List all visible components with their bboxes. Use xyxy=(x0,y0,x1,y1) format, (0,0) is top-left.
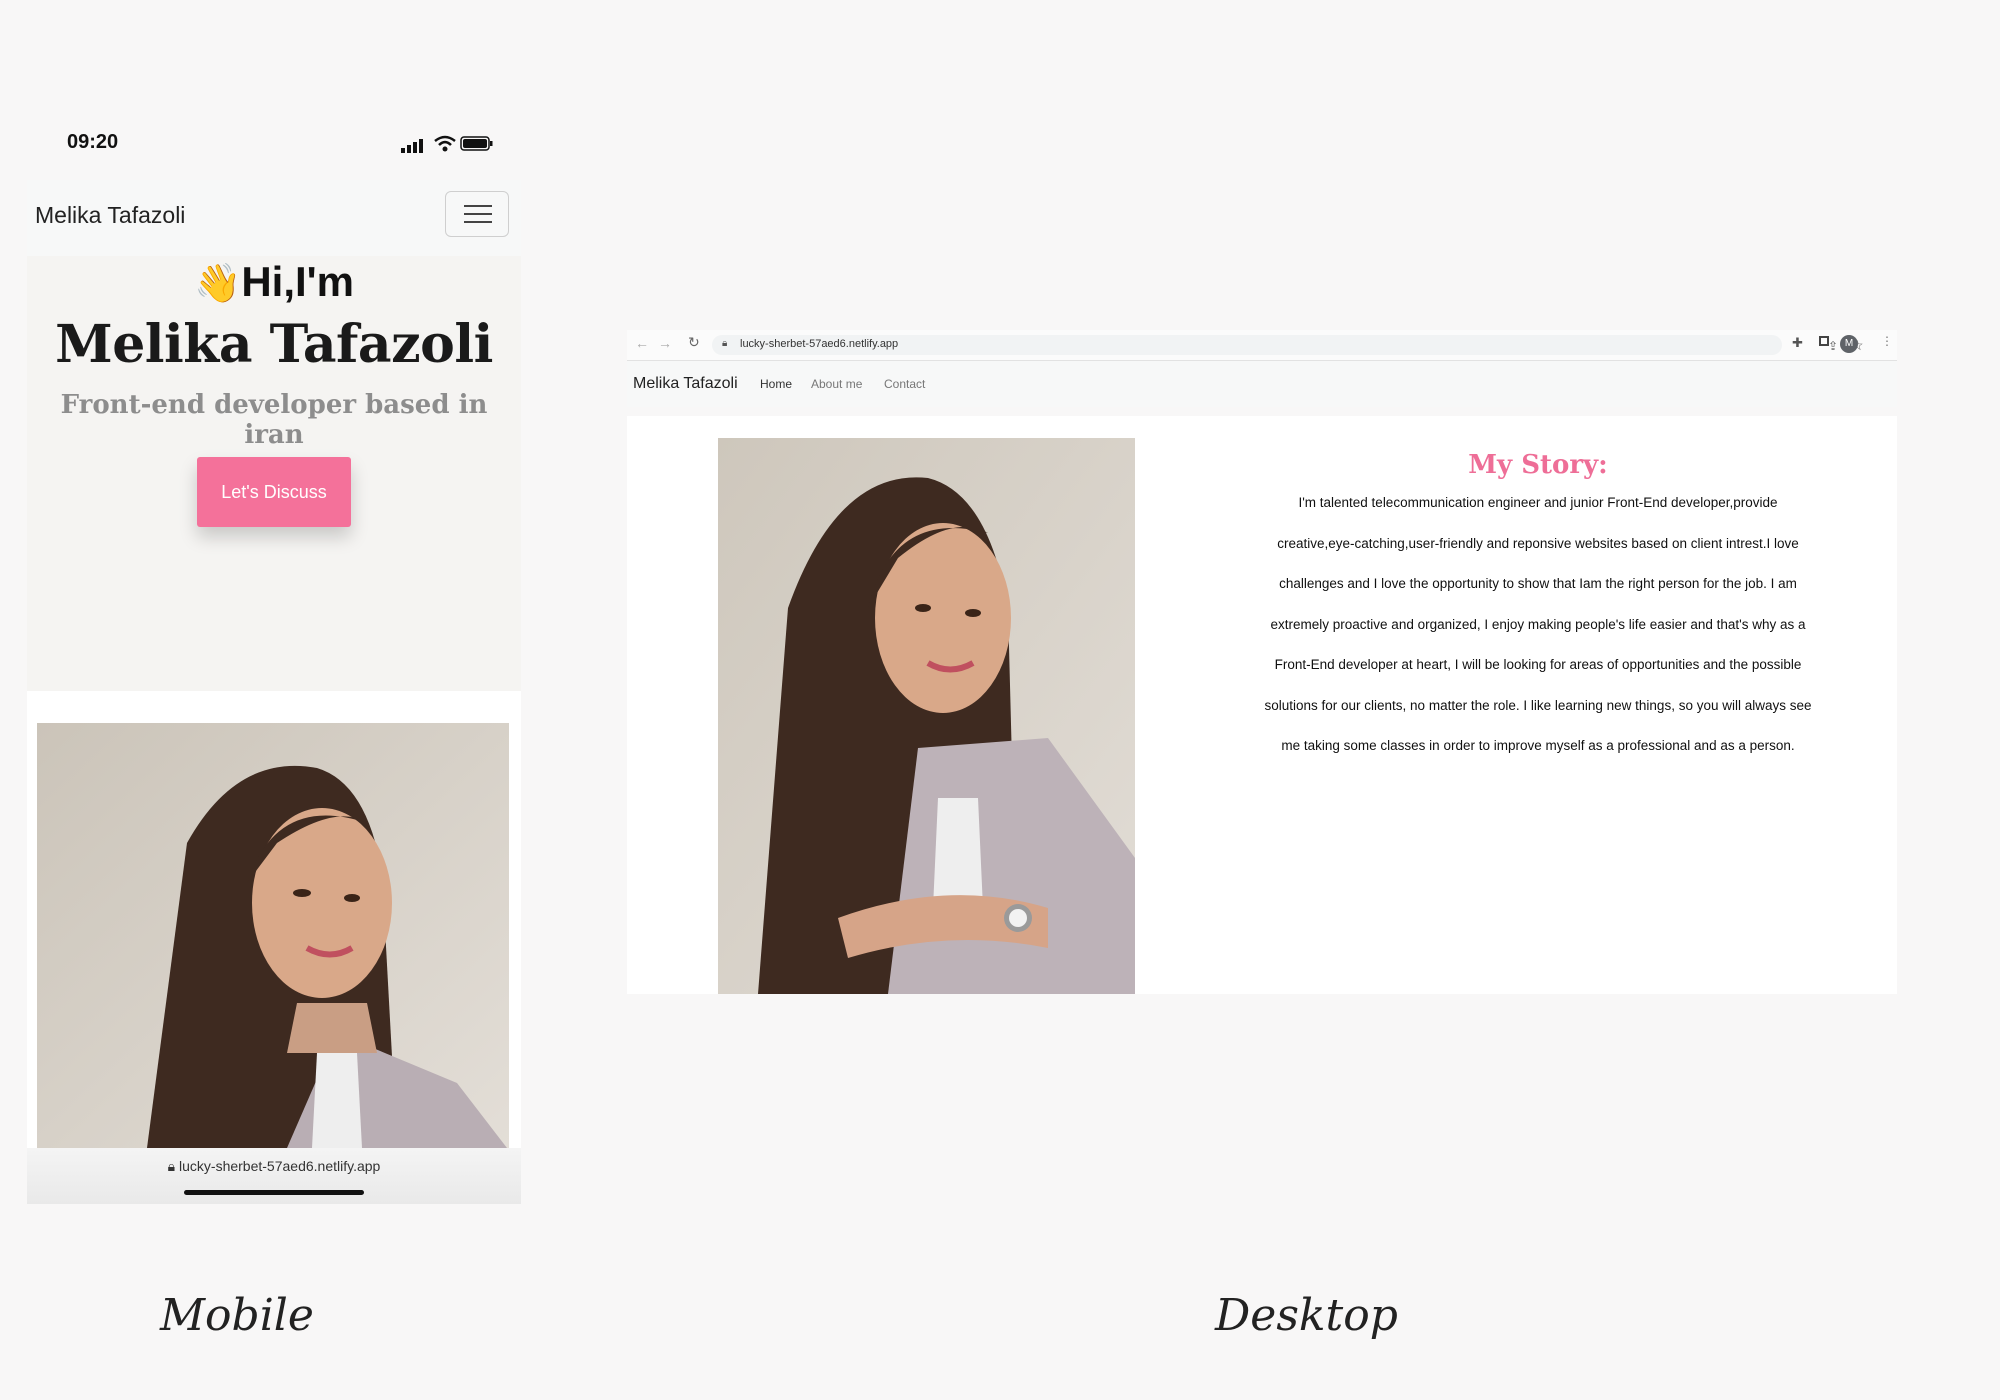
lets-discuss-button[interactable]: Let's Discuss xyxy=(197,457,351,527)
battery-icon xyxy=(460,136,493,151)
url-display[interactable]: 🔒︎ lucky-sherbet-57aed6.netlify.app xyxy=(27,1158,521,1175)
back-arrow-icon[interactable]: ← xyxy=(635,335,649,351)
profile-photo xyxy=(718,438,1135,994)
waving-hand-icon: 👋 xyxy=(194,263,242,305)
address-url: lucky-sherbet-57aed6.netlify.app xyxy=(740,338,899,350)
hero-greeting: 👋Hi,I'm xyxy=(27,258,521,306)
hero-name: Melika Tafazoli xyxy=(55,314,493,375)
mobile-caption: Mobile xyxy=(160,1290,314,1341)
hero-subtitle: Front-end developer based in iran xyxy=(60,390,488,450)
mobile-screenshot: 09:20 Melika Tafazoli 👋Hi,I'm Melika Taf… xyxy=(27,128,521,1204)
story-paragraph: I'm talented telecommunication engineer … xyxy=(1264,495,1812,753)
status-bar: 09:20 xyxy=(27,128,521,178)
profile-photo xyxy=(37,723,509,1148)
browser-toolbar: ← → ↻ 🔒︎ lucky-sherbet-57aed6.netlify.ap… xyxy=(627,330,1897,361)
navbar-brand[interactable]: Melika Tafazoli xyxy=(633,375,738,393)
share-icon[interactable]: ⇪ xyxy=(1828,339,1838,353)
mobile-navbar: Melika Tafazoli xyxy=(27,180,521,256)
greeting-text: Hi,I'm xyxy=(241,258,354,305)
desktop-caption: Desktop xyxy=(1215,1290,1398,1341)
hamburger-bar-icon xyxy=(464,213,492,215)
nav-link-about-me[interactable]: About me xyxy=(811,377,862,391)
nav-link-contact[interactable]: Contact xyxy=(884,377,925,391)
wifi-icon xyxy=(434,135,456,152)
nav-link-home[interactable]: Home xyxy=(760,377,792,391)
lock-icon: 🔒︎ xyxy=(722,338,728,349)
story-title: My Story: xyxy=(1468,450,1608,480)
hamburger-menu-button[interactable] xyxy=(445,191,509,237)
address-bar[interactable]: 🔒︎ lucky-sherbet-57aed6.netlify.app ⇪ ☆ xyxy=(712,335,1864,355)
reload-icon[interactable]: ↻ xyxy=(688,334,700,351)
home-indicator[interactable] xyxy=(184,1190,364,1195)
hamburger-bar-icon xyxy=(464,205,492,207)
profile-avatar[interactable]: M xyxy=(1840,335,1858,353)
desktop-navbar: Melika Tafazoli Home About me Contact xyxy=(627,361,1897,407)
about-section: My Story: I'm talented telecommunication… xyxy=(627,416,1897,994)
desktop-screenshot: ← → ↻ 🔒︎ lucky-sherbet-57aed6.netlify.ap… xyxy=(627,330,1897,994)
url-text: lucky-sherbet-57aed6.netlify.app xyxy=(179,1158,381,1174)
navbar-brand[interactable]: Melika Tafazoli xyxy=(35,202,185,229)
forward-arrow-icon[interactable]: → xyxy=(658,335,672,351)
hamburger-bar-icon xyxy=(464,221,492,223)
status-time: 09:20 xyxy=(67,131,119,153)
mobile-url-bar: 🔒︎ lucky-sherbet-57aed6.netlify.app xyxy=(27,1148,521,1204)
cellular-signal-icon xyxy=(401,139,423,153)
extensions-puzzle-icon[interactable]: ✚ xyxy=(1792,335,1803,351)
side-panel-icon[interactable] xyxy=(1819,336,1829,346)
kebab-menu-icon[interactable]: ⋮ xyxy=(1881,334,1893,348)
lock-icon: 🔒︎ xyxy=(167,1158,180,1174)
